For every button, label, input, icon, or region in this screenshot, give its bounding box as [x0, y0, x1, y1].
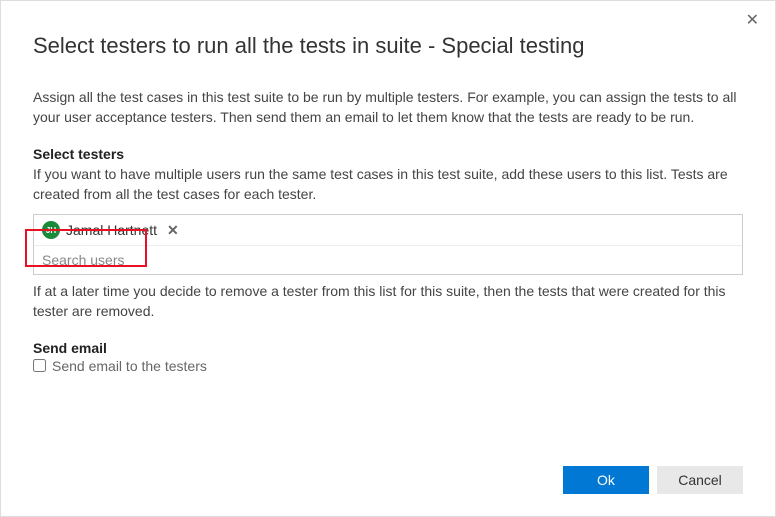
ok-button[interactable]: Ok — [563, 466, 649, 494]
send-email-checkbox-label: Send email to the testers — [52, 358, 207, 374]
button-row: Ok Cancel — [563, 466, 743, 494]
user-picker[interactable]: JH Jamal Hartnett ✕ — [33, 214, 743, 275]
user-chip: JH Jamal Hartnett ✕ — [34, 215, 742, 245]
remove-note: If at a later time you decide to remove … — [33, 281, 743, 322]
send-email-checkbox[interactable] — [33, 359, 46, 372]
dialog-title: Select testers to run all the tests in s… — [33, 33, 743, 59]
select-testers-label: Select testers — [33, 146, 743, 162]
send-email-label: Send email — [33, 340, 743, 356]
search-input[interactable] — [42, 252, 734, 268]
remove-user-icon[interactable]: ✕ — [167, 222, 179, 239]
user-name: Jamal Hartnett — [66, 222, 157, 238]
cancel-button[interactable]: Cancel — [657, 466, 743, 494]
avatar: JH — [42, 221, 60, 239]
search-row — [34, 245, 742, 274]
select-testers-description: If you want to have multiple users run t… — [33, 164, 743, 205]
dialog-description: Assign all the test cases in this test s… — [33, 87, 743, 128]
close-icon[interactable]: ✕ — [746, 13, 759, 29]
